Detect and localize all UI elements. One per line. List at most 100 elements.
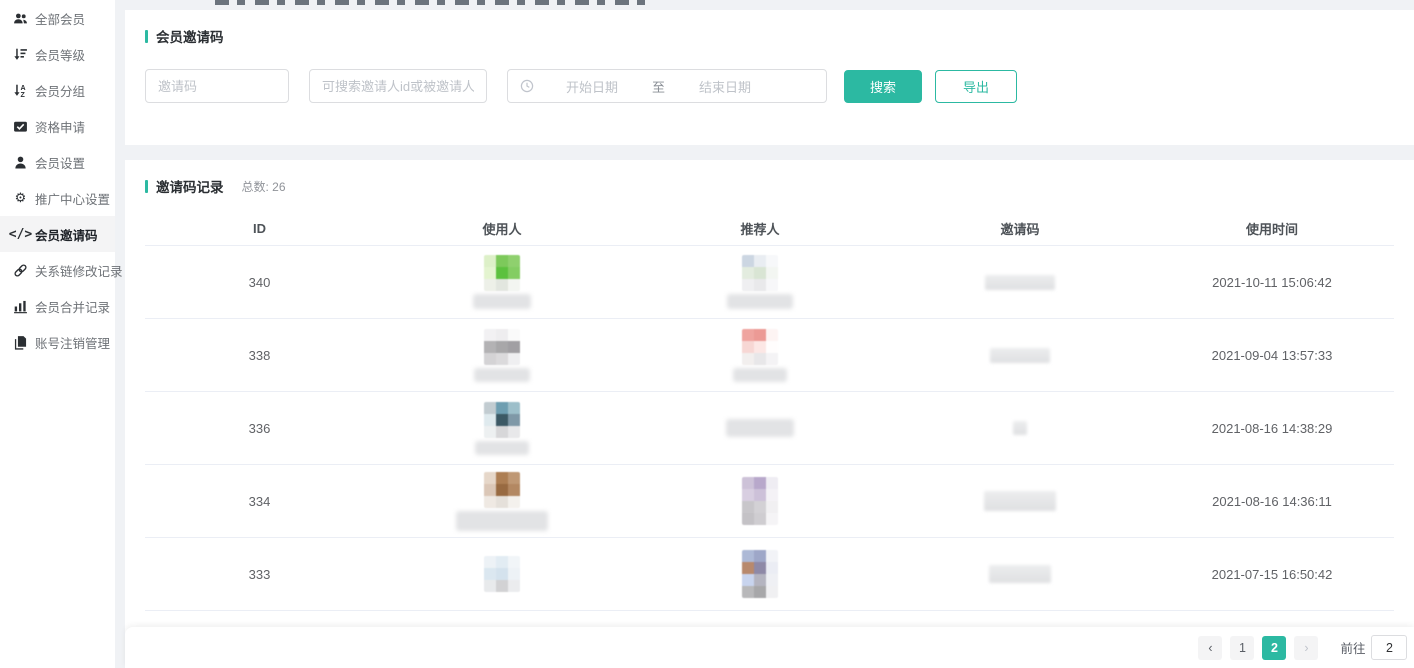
table-header: ID 使用人 推荐人 邀请码 使用时间 [145,212,1394,246]
chain-link-icon [13,263,28,278]
user-id-search-input[interactable] [309,69,487,103]
referrer-name-redacted [727,294,793,309]
page-button-1[interactable]: 1 [1230,636,1254,660]
title-accent-bar [145,30,148,43]
user-cell [484,546,520,602]
referrer-avatar [742,477,778,525]
code-cell [989,565,1051,583]
user-cell [474,327,530,383]
member-icon [13,155,28,170]
referrer-name-redacted [726,419,794,437]
start-date-placeholder: 开始日期 [566,77,618,96]
row-id: 333 [249,567,271,582]
sidebar-item-member-settings[interactable]: 会员设置 [0,144,115,180]
goto-label: 前往 [1340,638,1365,657]
row-id: 338 [249,348,271,363]
code-icon: </> [13,227,28,242]
row-time: 2021-09-04 13:57:33 [1212,348,1333,363]
users-icon [13,11,28,26]
export-button[interactable]: 导出 [935,70,1017,103]
referrer-name-redacted [733,368,787,382]
sidebar-item-label: 推广中心设置 [35,189,110,208]
next-page-button[interactable]: › [1294,636,1318,660]
sidebar-item-account-cancel[interactable]: 账号注销管理 [0,324,115,360]
sidebar-item-member-levels[interactable]: 会员等级 [0,36,115,72]
user-name-redacted [474,368,530,382]
svg-text:A: A [21,84,26,91]
records-total: 总数: 26 [242,178,286,195]
table-row: 333 2021-07-15 16:50:42 [145,538,1394,611]
goto-page-input[interactable] [1371,635,1407,660]
copy-file-icon [13,335,28,350]
search-button[interactable]: 搜索 [844,70,922,103]
sidebar-item-merge-log[interactable]: 会员合并记录 [0,288,115,324]
sort-group-icon: AZ [13,83,28,98]
page-button-2[interactable]: 2 [1262,636,1286,660]
title-accent-bar [145,180,148,193]
date-range-picker[interactable]: 开始日期 至 结束日期 [507,69,827,103]
row-time: 2021-08-16 14:36:11 [1212,494,1332,509]
invite-code-redacted [985,275,1055,290]
code-cell [1013,421,1027,435]
sidebar-item-label: 账号注销管理 [35,333,110,352]
table-row: 334 2021-08-16 14:36:11 [145,465,1394,538]
sidebar: 全部会员 会员等级 AZ 会员分组 资格申请 会员设置 ⚙ 推广中心设置 </>… [0,0,115,668]
referrer-avatar [742,329,778,365]
records-card: 邀请码记录 总数: 26 ID 使用人 推荐人 邀请码 使用时间 340 [125,160,1414,668]
sidebar-item-label: 全部会员 [35,9,85,28]
sidebar-item-invite-codes[interactable]: </> 会员邀请码 [0,216,115,252]
user-avatar [484,556,520,592]
invite-code-redacted [989,565,1051,583]
user-cell [473,254,531,310]
sidebar-item-promo-settings[interactable]: ⚙ 推广中心设置 [0,180,115,216]
sidebar-item-relation-log[interactable]: 关系链修改记录 [0,252,115,288]
row-time: 2021-07-15 16:50:42 [1212,567,1333,582]
invite-code-redacted [990,348,1050,363]
sidebar-item-label: 资格申请 [35,117,85,136]
sidebar-item-qualification[interactable]: 资格申请 [0,108,115,144]
gear-icon: ⚙ [13,191,28,206]
invite-code-redacted [984,491,1056,511]
search-card: 会员邀请码 开始日期 至 结束日期 搜索 导出 [125,10,1414,145]
sidebar-item-label: 会员等级 [35,45,85,64]
user-name-redacted [456,511,548,531]
sidebar-item-label: 会员分组 [35,81,85,100]
page-title: 会员邀请码 [156,26,224,46]
svg-text:Z: Z [21,91,26,97]
user-cell [456,472,548,531]
header-referrer: 推荐人 [740,219,779,238]
prev-page-button[interactable]: ‹ [1198,636,1222,660]
qualification-icon [13,119,28,134]
sidebar-item-label: 会员设置 [35,153,85,172]
bar-chart-icon [13,299,28,314]
user-avatar [484,402,520,438]
referrer-cell [726,400,794,456]
row-id: 340 [249,275,271,290]
invite-code-table: ID 使用人 推荐人 邀请码 使用时间 340 2021-10-11 15:06… [145,212,1394,668]
search-filters: 开始日期 至 结束日期 搜索 导出 [145,69,1394,103]
end-date-placeholder: 结束日期 [699,77,751,96]
clock-icon [520,79,534,93]
header-id: ID [253,221,266,236]
search-card-title-row: 会员邀请码 [145,26,1394,46]
sort-levels-icon [13,47,28,62]
referrer-cell [727,254,793,310]
row-time: 2021-08-16 14:38:29 [1212,421,1333,436]
invite-code-input[interactable] [145,69,289,103]
row-time: 2021-10-11 15:06:42 [1212,275,1332,290]
header-user: 使用人 [482,219,521,238]
main-content: 会员邀请码 开始日期 至 结束日期 搜索 导出 邀请码记录 总数: 26 [125,0,1414,668]
row-id: 336 [249,421,271,436]
user-name-redacted [473,294,531,309]
header-time: 使用时间 [1246,219,1298,238]
sidebar-item-label: 会员邀请码 [35,225,98,244]
sidebar-item-all-members[interactable]: 全部会员 [0,0,115,36]
referrer-cell [742,546,778,602]
user-avatar [484,255,520,291]
code-cell [990,348,1050,363]
sidebar-item-member-groups[interactable]: AZ 会员分组 [0,72,115,108]
table-row: 338 2021-09-04 13:57:33 [145,319,1394,392]
header-code: 邀请码 [1000,219,1039,238]
date-separator: 至 [652,77,665,96]
user-avatar [484,329,520,365]
